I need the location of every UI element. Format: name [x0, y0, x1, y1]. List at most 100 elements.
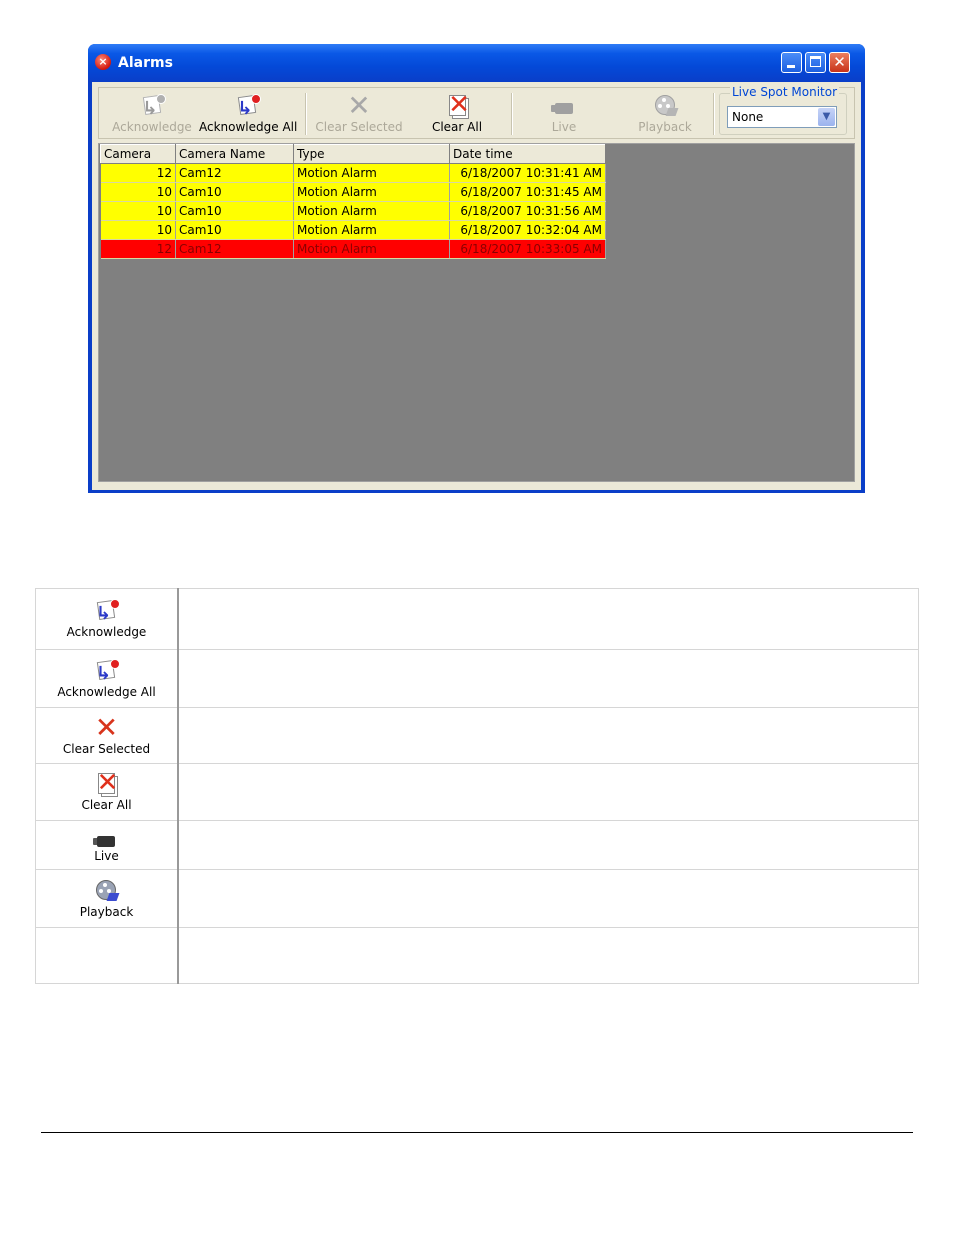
column-header-camera-name[interactable]: Camera Name	[175, 144, 294, 164]
legend-description-cell	[177, 707, 919, 764]
clear-selected-icon: ✕	[347, 89, 371, 122]
legend-description-cell	[177, 588, 919, 650]
alarms-window: × Alarms ✕ ↳ Acknowledge ↳ Acknowledge A…	[88, 44, 865, 493]
date-time-cell: 6/18/2007 10:31:45 AM	[449, 182, 606, 202]
acknowledge-all-button[interactable]: ↳ Acknowledge All	[199, 94, 298, 136]
toolbar-separator	[305, 93, 307, 135]
camera-icon	[550, 94, 578, 118]
page-footer-rule	[41, 1132, 913, 1133]
alarm-row[interactable]: 10 Cam10 Motion Alarm 6/18/2007 10:31:45…	[100, 182, 606, 202]
camera-cell: 10	[100, 182, 176, 202]
camera-name-cell: Cam10	[175, 182, 294, 202]
legend-row: ↳ Acknowledge	[35, 588, 919, 650]
acknowledge-button[interactable]: ↳ Acknowledge	[109, 94, 195, 136]
legend-icon-cell: ↳ Acknowledge All	[35, 649, 179, 708]
type-cell: Motion Alarm	[293, 163, 450, 183]
legend-icon-cell	[35, 927, 179, 984]
clear-all-icon: ✕	[96, 768, 119, 798]
legend-label: Acknowledge	[66, 625, 147, 639]
legend-icon-cell: Live	[35, 820, 179, 870]
legend-row: Playback	[35, 869, 919, 928]
film-reel-icon	[92, 879, 122, 905]
legend-description-cell	[177, 649, 919, 708]
camera-cell: 10	[100, 201, 176, 221]
acknowledge-icon: ↳	[92, 599, 122, 625]
chevron-down-icon[interactable]: ▼	[818, 108, 835, 126]
legend-label: Playback	[79, 904, 134, 919]
live-spot-monitor-select[interactable]: None ▼	[727, 106, 837, 128]
live-label: Live	[551, 120, 577, 134]
legend-row	[35, 927, 919, 984]
playback-button[interactable]: Playback	[627, 94, 703, 136]
acknowledge-all-label: Acknowledge All	[199, 120, 298, 134]
close-button[interactable]: ✕	[829, 52, 850, 73]
legend-row: Live	[35, 820, 919, 870]
camera-cell: 12	[100, 239, 176, 259]
alarm-grid-area: Camera Camera Name Type Date time 12 Cam…	[98, 143, 855, 482]
window-client-area: ↳ Acknowledge ↳ Acknowledge All ✕ Clear …	[92, 82, 861, 490]
legend-label: Clear All	[81, 798, 132, 812]
clear-selected-button[interactable]: ✕ Clear Selected	[311, 89, 407, 136]
legend-row: ✕ Clear Selected	[35, 707, 919, 764]
alarm-grid: Camera Camera Name Type Date time 12 Cam…	[100, 144, 606, 259]
live-spot-monitor-group: Live Spot Monitor None ▼	[719, 85, 847, 135]
legend-row: ✕ Clear All	[35, 763, 919, 821]
column-header-date-time[interactable]: Date time	[449, 144, 606, 164]
legend-description-cell	[177, 869, 919, 928]
legend-label: Acknowledge All	[57, 684, 156, 699]
legend-icon-cell: ↳ Acknowledge	[35, 588, 179, 650]
alarm-row[interactable]: 12 Cam12 Motion Alarm 6/18/2007 10:33:05…	[100, 239, 606, 259]
legend-icon-cell: ✕ Clear All	[35, 763, 179, 821]
column-header-type[interactable]: Type	[293, 144, 450, 164]
legend-icon-cell: ✕ Clear Selected	[35, 707, 179, 764]
camera-cell: 10	[100, 220, 176, 240]
acknowledge-all-icon: ↳	[92, 658, 122, 685]
date-time-cell: 6/18/2007 10:33:05 AM	[449, 239, 606, 259]
alarm-x-icon: ×	[95, 54, 111, 70]
close-icon: ✕	[833, 53, 846, 71]
type-cell: Motion Alarm	[293, 201, 450, 221]
toolbar-separator	[511, 93, 513, 135]
toolbar-separator	[713, 93, 715, 135]
playback-label: Playback	[638, 120, 692, 134]
acknowledge-label: Acknowledge	[112, 120, 192, 134]
acknowledge-all-icon: ↳	[233, 94, 261, 118]
title-bar[interactable]: × Alarms ✕	[88, 44, 865, 82]
camera-name-cell: Cam12	[175, 239, 294, 259]
maximize-icon	[810, 56, 821, 67]
type-cell: Motion Alarm	[293, 239, 450, 259]
date-time-cell: 6/18/2007 10:32:04 AM	[449, 220, 606, 240]
button-legend-table: ↳ Acknowledge ↳ Acknowledge All ✕ Clear …	[35, 588, 919, 984]
legend-label: Live	[94, 849, 119, 863]
clear-selected-label: Clear Selected	[315, 120, 403, 134]
column-header-camera[interactable]: Camera	[100, 144, 176, 164]
grid-header-row: Camera Camera Name Type Date time	[100, 144, 606, 164]
minimize-button[interactable]	[781, 52, 802, 73]
minimize-icon	[787, 65, 795, 68]
camera-name-cell: Cam10	[175, 220, 294, 240]
date-time-cell: 6/18/2007 10:31:41 AM	[449, 163, 606, 183]
alarm-row[interactable]: 12 Cam12 Motion Alarm 6/18/2007 10:31:41…	[100, 163, 606, 183]
legend-row: ↳ Acknowledge All	[35, 649, 919, 708]
spot-monitor-value: None	[732, 110, 764, 124]
legend-description-cell	[177, 763, 919, 821]
camera-name-cell: Cam10	[175, 201, 294, 221]
film-reel-icon	[651, 94, 679, 118]
type-cell: Motion Alarm	[293, 182, 450, 202]
clear-all-icon: ✕	[448, 90, 470, 120]
live-spot-monitor-label: Live Spot Monitor	[730, 85, 840, 99]
legend-description-cell	[177, 820, 919, 870]
alarm-row[interactable]: 10 Cam10 Motion Alarm 6/18/2007 10:31:56…	[100, 201, 606, 221]
camera-icon	[92, 827, 122, 849]
legend-description-cell	[177, 927, 919, 984]
legend-label: Clear Selected	[62, 741, 151, 756]
camera-cell: 12	[100, 163, 176, 183]
legend-icon-cell: Playback	[35, 869, 179, 928]
alarm-row[interactable]: 10 Cam10 Motion Alarm 6/18/2007 10:32:04…	[100, 220, 606, 240]
maximize-button[interactable]	[805, 52, 826, 73]
clear-selected-icon: ✕	[94, 710, 119, 744]
live-button[interactable]: Live	[529, 94, 599, 136]
type-cell: Motion Alarm	[293, 220, 450, 240]
clear-all-button[interactable]: ✕ Clear All	[419, 90, 495, 136]
clear-all-label: Clear All	[431, 120, 483, 134]
